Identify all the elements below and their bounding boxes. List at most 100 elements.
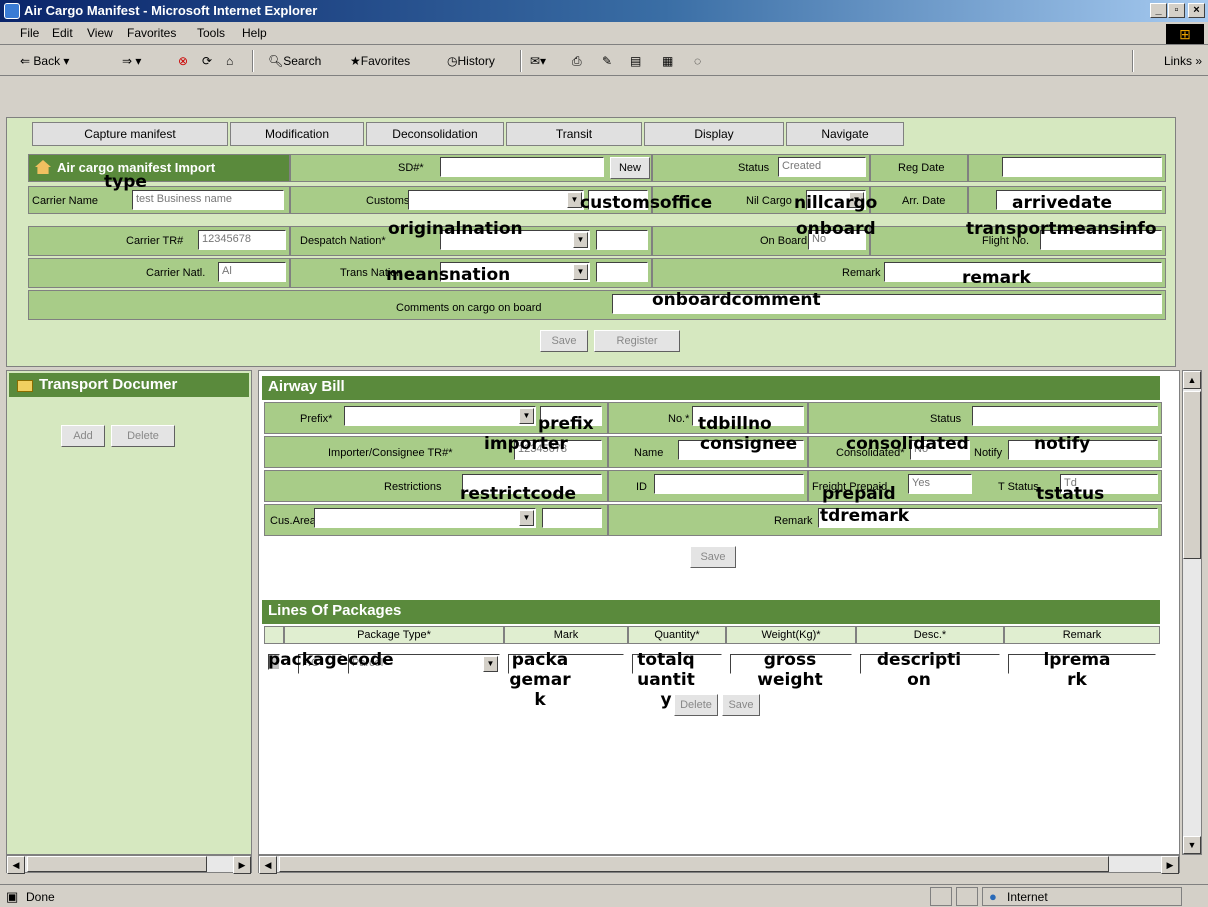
tab-modification[interactable]: Modification bbox=[230, 122, 364, 146]
transport-documents-pane: Transport Documer Add Delete bbox=[6, 370, 252, 855]
column-header-remark: Remark bbox=[1004, 626, 1160, 644]
tab-display[interactable]: Display bbox=[644, 122, 784, 146]
manifest-header: Air cargo manifest Import bbox=[28, 154, 290, 182]
messenger-icon[interactable]: ◌ bbox=[694, 54, 701, 68]
carrier-tr-input[interactable]: 12345678 bbox=[198, 230, 286, 250]
bill-save-button[interactable]: Save bbox=[690, 546, 736, 568]
status-panel bbox=[930, 887, 952, 906]
left-horizontal-scrollbar[interactable]: ◀ ▶ bbox=[6, 855, 252, 874]
research-icon[interactable]: ▦ bbox=[662, 54, 673, 68]
menu-file[interactable]: File bbox=[20, 26, 39, 40]
tstatus-label: T Status bbox=[998, 481, 1039, 493]
tab-deconsolidation[interactable]: Deconsolidation bbox=[366, 122, 504, 146]
airway-bill-header: Airway Bill bbox=[262, 376, 1160, 400]
status-text: Done bbox=[26, 890, 55, 904]
new-button[interactable]: New bbox=[610, 157, 650, 179]
cus-area-select[interactable]: ▼ bbox=[314, 508, 536, 528]
minimize-button[interactable]: _ bbox=[1150, 3, 1167, 18]
vertical-scrollbar[interactable]: ▲ ▼ bbox=[1182, 370, 1202, 855]
home-icon[interactable]: ⌂ bbox=[226, 54, 233, 68]
menu-help[interactable]: Help bbox=[242, 26, 267, 40]
bill-status-input[interactable] bbox=[972, 406, 1158, 426]
sd-input[interactable] bbox=[440, 157, 604, 177]
trans-nation-code-input[interactable] bbox=[596, 262, 648, 282]
transport-documents-title: Transport Documer bbox=[39, 376, 178, 393]
label-onboardcomment: onboardcomment bbox=[652, 290, 821, 310]
menu-edit[interactable]: Edit bbox=[52, 26, 73, 40]
label-transportmeansinfo: transportmeansinfo bbox=[966, 219, 1157, 239]
column-header-mark: Mark bbox=[504, 626, 628, 644]
label-lpremark: lprema rk bbox=[1043, 650, 1111, 690]
globe-icon: ● bbox=[989, 889, 997, 904]
links-button[interactable]: Links » bbox=[1164, 54, 1202, 68]
scroll-thumb[interactable] bbox=[279, 856, 1109, 872]
scroll-down-icon[interactable]: ▼ bbox=[1183, 836, 1201, 854]
chevron-down-icon: ▼ bbox=[573, 232, 588, 248]
scroll-left-icon[interactable]: ◀ bbox=[259, 856, 277, 874]
favorites-button[interactable]: ★Favorites bbox=[350, 54, 410, 68]
home-icon bbox=[35, 160, 51, 174]
id-input[interactable] bbox=[654, 474, 804, 494]
sd-label: SD#* bbox=[398, 162, 424, 174]
label-prefix: prefix bbox=[538, 414, 594, 434]
mail-icon[interactable]: ✉▾ bbox=[530, 54, 546, 68]
column-header-select bbox=[264, 626, 284, 644]
id-label: ID bbox=[636, 481, 647, 493]
manifest-save-button[interactable]: Save bbox=[540, 330, 588, 352]
menu-favorites[interactable]: Favorites bbox=[127, 26, 176, 40]
scroll-right-icon[interactable]: ▶ bbox=[233, 856, 251, 874]
register-button[interactable]: Register bbox=[594, 330, 680, 352]
label-prepaid: prepaid bbox=[822, 484, 896, 504]
tab-capture-manifest[interactable]: Capture manifest bbox=[32, 122, 228, 146]
stop-icon[interactable]: ⊗ bbox=[178, 54, 188, 68]
close-button[interactable]: × bbox=[1188, 3, 1205, 18]
prefix-select[interactable]: ▼ bbox=[344, 406, 536, 426]
scroll-up-icon[interactable]: ▲ bbox=[1183, 371, 1201, 389]
delete-document-button[interactable]: Delete bbox=[111, 425, 175, 447]
back-button[interactable]: ⇐ Back ▾ bbox=[20, 54, 69, 68]
add-document-button[interactable]: Add bbox=[61, 425, 105, 447]
scroll-thumb[interactable] bbox=[1183, 391, 1201, 559]
label-meansnation: meansnation bbox=[386, 265, 511, 285]
customs-select[interactable]: ▼ bbox=[408, 190, 584, 210]
remark-label: Remark bbox=[842, 267, 881, 279]
edit-icon[interactable]: ✎ bbox=[602, 54, 612, 68]
label-restrictcode: restrictcode bbox=[460, 484, 577, 504]
discuss-icon[interactable]: ▤ bbox=[630, 54, 641, 68]
label-grossweight: gross weight bbox=[757, 650, 823, 690]
label-packagemark: packa gemar k bbox=[509, 650, 571, 710]
reg-date-label: Reg Date bbox=[898, 162, 945, 174]
carrier-natl-input[interactable]: Al bbox=[218, 262, 286, 282]
scroll-right-icon[interactable]: ▶ bbox=[1161, 856, 1179, 874]
tab-transit[interactable]: Transit bbox=[506, 122, 642, 146]
history-button[interactable]: ◷History bbox=[447, 54, 495, 68]
comments-label: Comments on cargo on board bbox=[396, 302, 542, 314]
scroll-left-icon[interactable]: ◀ bbox=[7, 856, 25, 874]
carrier-name-label: Carrier Name bbox=[32, 195, 99, 207]
print-icon[interactable]: ⎙ bbox=[572, 54, 582, 69]
label-importer: importer bbox=[484, 434, 568, 454]
label-tdbillno: tdbillno bbox=[698, 414, 772, 434]
forward-button[interactable]: ⇒ ▾ bbox=[122, 54, 141, 68]
carrier-name-input[interactable]: test Business name bbox=[132, 190, 284, 210]
tab-navigate[interactable]: Navigate bbox=[786, 122, 904, 146]
despatch-code-input[interactable] bbox=[596, 230, 648, 250]
main-horizontal-scrollbar[interactable]: ◀ ▶ bbox=[258, 855, 1180, 874]
maximize-button[interactable]: ▫ bbox=[1168, 3, 1185, 18]
menu-tools[interactable]: Tools bbox=[197, 26, 225, 40]
scroll-thumb[interactable] bbox=[27, 856, 207, 872]
search-button[interactable]: 🔍︎Search bbox=[268, 54, 321, 68]
package-save-button[interactable]: Save bbox=[722, 694, 760, 716]
cus-area-label: Cus.Area bbox=[270, 515, 316, 527]
label-totalquantity: totalq uantit y bbox=[637, 650, 695, 710]
chevron-down-icon: ▼ bbox=[573, 264, 588, 280]
refresh-icon[interactable]: ⟳ bbox=[202, 54, 212, 68]
menu-view[interactable]: View bbox=[87, 26, 113, 40]
transport-documents-header: Transport Documer bbox=[9, 373, 249, 397]
reg-date-input[interactable] bbox=[1002, 157, 1162, 177]
status-bar: ▣ Done ● Internet bbox=[0, 884, 1208, 907]
freight-select[interactable]: Yes bbox=[908, 474, 972, 494]
cus-area-code-input[interactable] bbox=[542, 508, 602, 528]
folder-icon bbox=[17, 380, 33, 392]
status-input[interactable]: Created bbox=[778, 157, 866, 177]
